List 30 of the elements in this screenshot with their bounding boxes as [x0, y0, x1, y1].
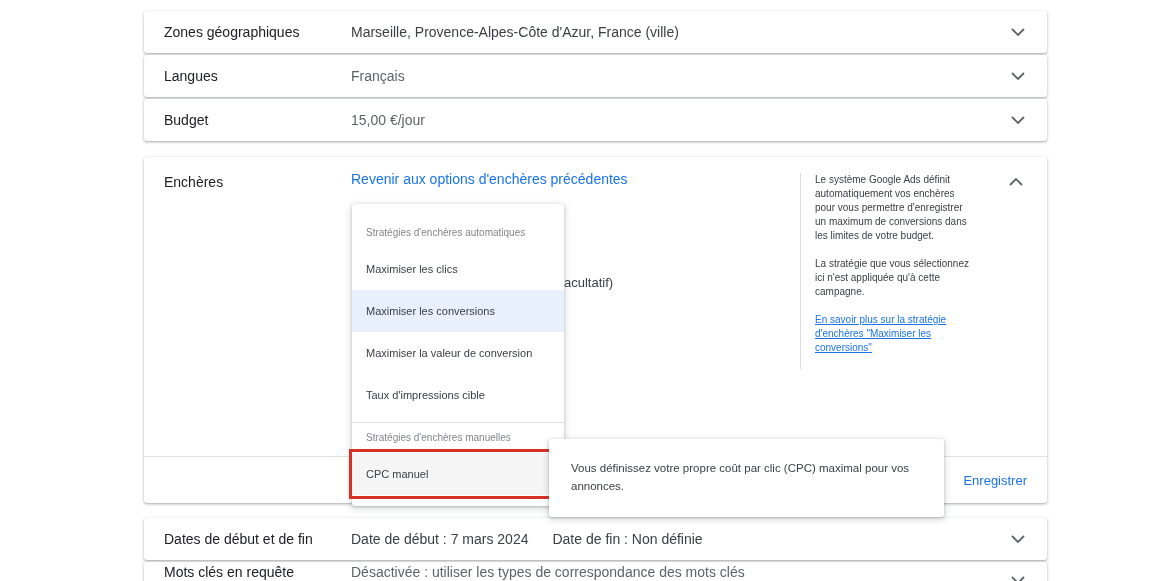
- section-label: Mots clés en requête: [164, 564, 295, 580]
- section-card[interactable]: Mots clés en requête Désactivée : utiliser les types de correspondance des mots clés: [144, 562, 1047, 581]
- menu-group-header: Stratégies d'enchères automatiques: [365, 226, 527, 240]
- save-button[interactable]: Enregistrer: [957, 469, 1033, 492]
- section-value: Désactivée : utiliser les types de correspondance des mots clés: [351, 564, 745, 580]
- help-link[interactable]: En savoir plus sur la stratégie d'enchères "Maximiser les conversions": [815, 313, 975, 355]
- menu-item[interactable]: Maximiser les conversions: [352, 290, 564, 332]
- section-label: Enchères: [164, 173, 225, 192]
- menu-group-header: Stratégies d'enchères manuelles: [365, 431, 512, 445]
- section-value: Date de début : 7 mars 2024: [351, 531, 529, 547]
- help-text: La stratégie que vous sélectionnez ici n'est appliquée qu'à cette campagne.: [815, 257, 970, 299]
- section-label: Budget: [164, 112, 210, 128]
- section-value: Date de fin : Non définie: [552, 531, 703, 547]
- section-card[interactable]: Zones géographiques Marseille, Provence-Alpes-Côte d'Azur, France (ville): [144, 11, 1047, 53]
- section-label: Dates de début et de fin: [164, 531, 314, 547]
- section-value: Marseille, Provence-Alpes-Côte d'Azur, France (ville): [351, 24, 679, 40]
- menu-item[interactable]: Maximiser les clics: [352, 248, 564, 290]
- section-label: Langues: [164, 68, 219, 84]
- section-card[interactable]: Budget 15,00 €/jour: [144, 99, 1047, 141]
- section-value: 15,00 €/jour: [351, 112, 425, 128]
- help-text: Le système Google Ads définit automatiquement vos enchères pour vous permettre d'enregistrer un maximum de conversions dans les limites de votre budget.: [815, 173, 968, 243]
- back-link[interactable]: Revenir aux options d'enchères précédentes: [351, 171, 628, 187]
- menu-item[interactable]: Taux d'impressions cible: [352, 374, 564, 416]
- tooltip-text: Vous définissez votre propre coût par clic (CPC) maximal pour vos annonces.: [571, 461, 911, 494]
- menu-item[interactable]: Maximiser la valeur de conversion: [352, 332, 564, 374]
- section-label: Zones géographiques: [164, 24, 301, 40]
- section-card[interactable]: Dates de début et de fin Date de début : 7 mars 2024 Date de fin : Non définie: [144, 518, 1047, 560]
- section-value: Français: [351, 68, 405, 84]
- field-label: acultatif): [564, 275, 614, 290]
- section-card[interactable]: Langues Français: [144, 55, 1047, 97]
